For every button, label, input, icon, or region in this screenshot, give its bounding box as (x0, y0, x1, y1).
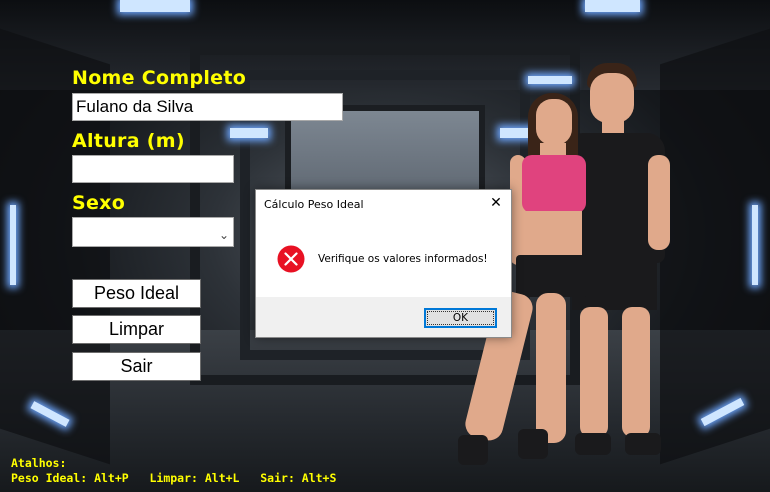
dialog-message: Verifique os valores informados! (318, 253, 488, 265)
chevron-down-icon[interactable]: ⌄ (219, 223, 229, 246)
sair-button[interactable]: Sair (72, 352, 201, 381)
altura-input[interactable] (72, 155, 234, 183)
sexo-select[interactable]: ⌄ (72, 217, 234, 247)
peso-ideal-button[interactable]: Peso Ideal (72, 279, 201, 308)
close-icon[interactable]: ✕ (481, 190, 511, 216)
sexo-label: Sexo (72, 192, 126, 214)
shortcuts-title: Atalhos: (11, 456, 67, 470)
dialog-body: Verifique os valores informados! (256, 220, 511, 297)
ok-button[interactable]: OK (424, 308, 497, 328)
dialog-title: Cálculo Peso Ideal (264, 198, 364, 211)
dialog-footer: OK (256, 297, 511, 337)
limpar-button[interactable]: Limpar (72, 315, 201, 344)
error-dialog: Cálculo Peso Ideal ✕ Verifique os valore… (255, 189, 512, 338)
error-icon (277, 245, 305, 273)
shortcuts-list: Peso Ideal: Alt+P Limpar: Alt+L Sair: Al… (11, 471, 337, 485)
nome-input[interactable]: Fulano da Silva (72, 93, 343, 121)
nome-label: Nome Completo (72, 67, 247, 89)
altura-label: Altura (m) (72, 130, 185, 152)
